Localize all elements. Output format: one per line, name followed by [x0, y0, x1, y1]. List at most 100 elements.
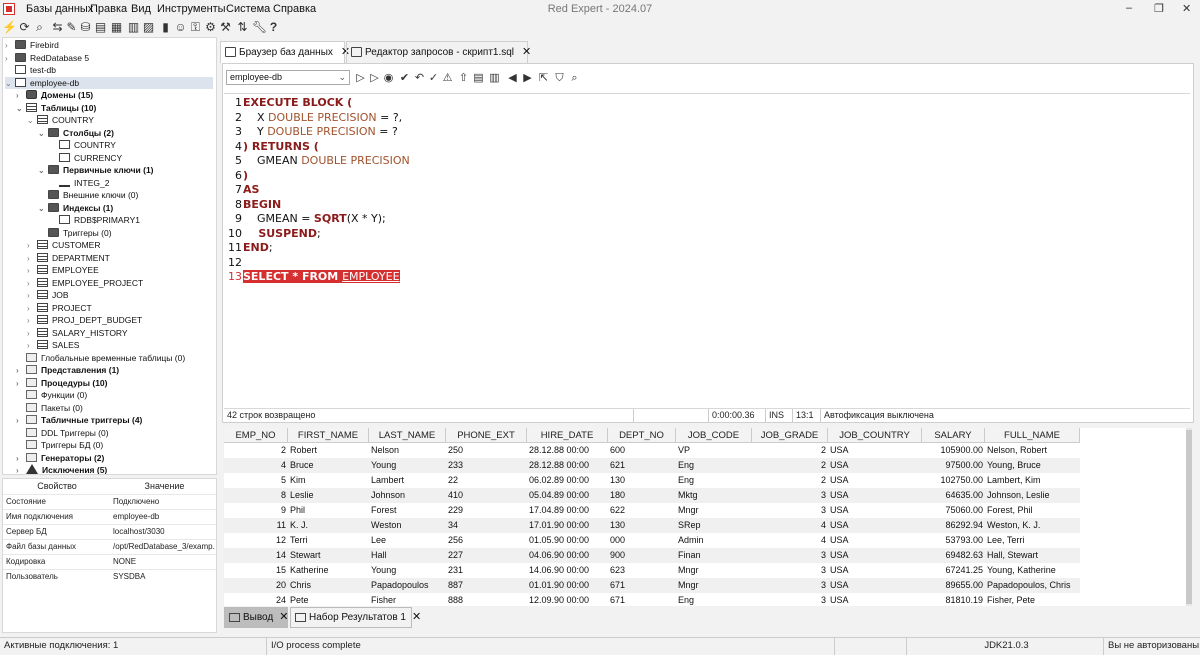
tree-node[interactable]: › RedDatabase 5: [5, 52, 213, 64]
table-row[interactable]: 2 Robert Nelson 250 28.12.88 00:00 600 VP 2 USA 1…: [224, 443, 1080, 458]
tree-node[interactable]: ⌄ Индексы (1): [38, 202, 213, 214]
tree-node[interactable]: › Firebird: [5, 39, 213, 51]
tree-node[interactable]: DDL Триггеры (0): [16, 427, 213, 439]
users-icon[interactable]: ☺: [173, 20, 188, 35]
tree-node[interactable]: ⌄ Таблицы (10): [16, 102, 213, 114]
format-icon[interactable]: ▤: [472, 72, 485, 85]
code-line[interactable]: GMEAN DOUBLE PRECISION: [243, 154, 410, 168]
expand-arrow-icon[interactable]: ›: [27, 340, 37, 352]
code-line[interactable]: Y DOUBLE PRECISION = ?: [243, 125, 398, 139]
tree-node[interactable]: INTEG_2: [49, 177, 213, 189]
tree-node[interactable]: ⌄ COUNTRY: [27, 114, 213, 126]
column-header[interactable]: SALARY: [922, 428, 985, 443]
tree-node[interactable]: › PROJ_DEPT_BUDGET: [27, 314, 213, 326]
expand-arrow-icon[interactable]: ⌄: [38, 128, 48, 140]
tree-node[interactable]: ⌄ employee-db: [5, 76, 213, 90]
code-line[interactable]: ): [243, 169, 248, 183]
expand-arrow-icon[interactable]: ›: [16, 453, 26, 465]
tab-db-browser[interactable]: Браузер баз данных ✕: [220, 41, 350, 63]
help-icon[interactable]: ?: [266, 20, 281, 35]
expand-arrow-icon[interactable]: ⌄: [27, 115, 37, 127]
table-row[interactable]: 12 Terri Lee 256 01.05.90 00:00 000 Admin 4 USA 5…: [224, 533, 1080, 548]
tree-node[interactable]: › Табличные триггеры (4): [16, 414, 213, 426]
prev-icon[interactable]: ◀: [506, 72, 519, 85]
table-icon[interactable]: ▥: [126, 20, 141, 35]
code-line[interactable]: BEGIN: [243, 198, 281, 212]
sql-editor-icon[interactable]: ▦: [109, 20, 124, 35]
next-icon[interactable]: ▶: [521, 72, 534, 85]
vertical-scrollbar[interactable]: [1186, 428, 1192, 606]
tree-node[interactable]: › Домены (15): [16, 89, 213, 101]
close-tab-icon[interactable]: ✕: [522, 46, 531, 58]
column-header[interactable]: JOB_GRADE: [752, 428, 828, 443]
table-row[interactable]: 5 Kim Lambert 22 06.02.89 00:00 130 Eng 2 USA 102…: [224, 473, 1080, 488]
expand-arrow-icon[interactable]: ›: [16, 378, 26, 390]
close-tab-icon[interactable]: ✕: [279, 611, 288, 623]
search-icon[interactable]: ⌕: [32, 20, 47, 35]
expand-arrow-icon[interactable]: ›: [27, 328, 37, 340]
table-row[interactable]: 8 Leslie Johnson 410 05.04.89 00:00 180 Mktg 3 U…: [224, 488, 1080, 503]
export-icon[interactable]: ⇱: [537, 72, 550, 85]
database-icon[interactable]: ⛁: [78, 20, 93, 35]
execute-step-icon[interactable]: ▷: [368, 72, 381, 85]
tree-node[interactable]: ⌄ Первичные ключи (1): [38, 164, 213, 176]
tree-node[interactable]: › SALARY_HISTORY: [27, 327, 213, 339]
warning-icon[interactable]: ⚠: [441, 72, 454, 85]
column-header[interactable]: PHONE_EXT: [446, 428, 527, 443]
expand-arrow-icon[interactable]: ⌄: [38, 165, 48, 177]
code-area[interactable]: 1 EXECUTE BLOCK (2 X DOUBLE PRECISION = ?…: [224, 93, 1190, 409]
tree-node[interactable]: CURRENCY: [49, 152, 213, 164]
tree-node[interactable]: Внешние ключи (0): [38, 189, 213, 201]
monitor-icon[interactable]: ⚙: [203, 20, 218, 35]
column-header[interactable]: FULL_NAME: [985, 428, 1080, 443]
new-connection-icon[interactable]: ⇆: [50, 20, 65, 35]
menu-edit[interactable]: Правка: [90, 3, 127, 15]
expand-arrow-icon[interactable]: ›: [16, 415, 26, 427]
code-line[interactable]: SUSPEND;: [243, 227, 320, 241]
connection-select[interactable]: employee-db ⌄: [226, 70, 350, 85]
expand-arrow-icon[interactable]: ›: [5, 53, 15, 65]
tree-node[interactable]: › Процедуры (10): [16, 377, 213, 389]
layout-icon[interactable]: ▥: [488, 72, 501, 85]
menu-tools[interactable]: Инструменты: [157, 3, 226, 15]
tree-node[interactable]: RDB$PRIMARY1: [49, 214, 213, 226]
code-line[interactable]: END;: [243, 241, 273, 255]
maximize-icon[interactable]: ❐: [1154, 2, 1164, 15]
tree-node[interactable]: › Исключения (5): [16, 464, 213, 474]
rollback-icon[interactable]: ↶: [413, 72, 426, 85]
expand-arrow-icon[interactable]: ›: [5, 40, 15, 52]
expand-arrow-icon[interactable]: ›: [27, 290, 37, 302]
menu-view[interactable]: Вид: [131, 3, 151, 15]
tree-node[interactable]: › Генераторы (2): [16, 452, 213, 464]
column-header[interactable]: DEPT_NO: [608, 428, 676, 443]
menu-system[interactable]: Система: [226, 3, 270, 15]
stop-icon[interactable]: ◉: [382, 72, 395, 85]
code-line[interactable]: GMEAN = SQRT(X * Y);: [243, 212, 386, 226]
expand-arrow-icon[interactable]: ›: [16, 90, 26, 102]
tree-node[interactable]: Глобальные временные таблицы (0): [16, 352, 213, 364]
tree-node[interactable]: Функции (0): [16, 389, 213, 401]
expand-arrow-icon[interactable]: ›: [16, 465, 26, 474]
table-row[interactable]: 9 Phil Forest 229 17.04.89 00:00 622 Mngr 3 USA 7…: [224, 503, 1080, 518]
code-line[interactable]: ) RETURNS (: [243, 140, 319, 154]
tree-node[interactable]: › CUSTOMER: [27, 239, 213, 251]
expand-arrow-icon[interactable]: ›: [16, 365, 26, 377]
grant-icon[interactable]: ⚿: [188, 20, 203, 35]
tree-node[interactable]: Триггеры (0): [38, 227, 213, 239]
tree-node[interactable]: ⌄ Столбцы (2): [38, 127, 213, 139]
connect-icon[interactable]: ⚡: [2, 20, 17, 35]
tree-node[interactable]: › EMPLOYEE_PROJECT: [27, 277, 213, 289]
check-icon[interactable]: ✓: [427, 72, 440, 85]
expand-arrow-icon[interactable]: ›: [27, 278, 37, 290]
tree-node[interactable]: Триггеры БД (0): [16, 439, 213, 451]
tree-node[interactable]: Пакеты (0): [16, 402, 213, 414]
table-row[interactable]: 11 K. J. Weston 34 17.01.90 00:00 130 SRep 4 USA…: [224, 518, 1080, 533]
scrollbar-thumb[interactable]: [1186, 430, 1192, 604]
wrench-icon[interactable]: 🔧︎: [252, 20, 267, 35]
expand-arrow-icon[interactable]: ›: [27, 303, 37, 315]
tree-node[interactable]: › DEPARTMENT: [27, 252, 213, 264]
expand-arrow-icon[interactable]: ⌄: [5, 78, 15, 90]
code-line[interactable]: X DOUBLE PRECISION = ?,: [243, 111, 402, 125]
table-row[interactable]: 20 Chris Papadopoulos 887 01.01.90 00:00 671 M…: [224, 578, 1080, 593]
close-icon[interactable]: ✕: [1182, 2, 1191, 15]
